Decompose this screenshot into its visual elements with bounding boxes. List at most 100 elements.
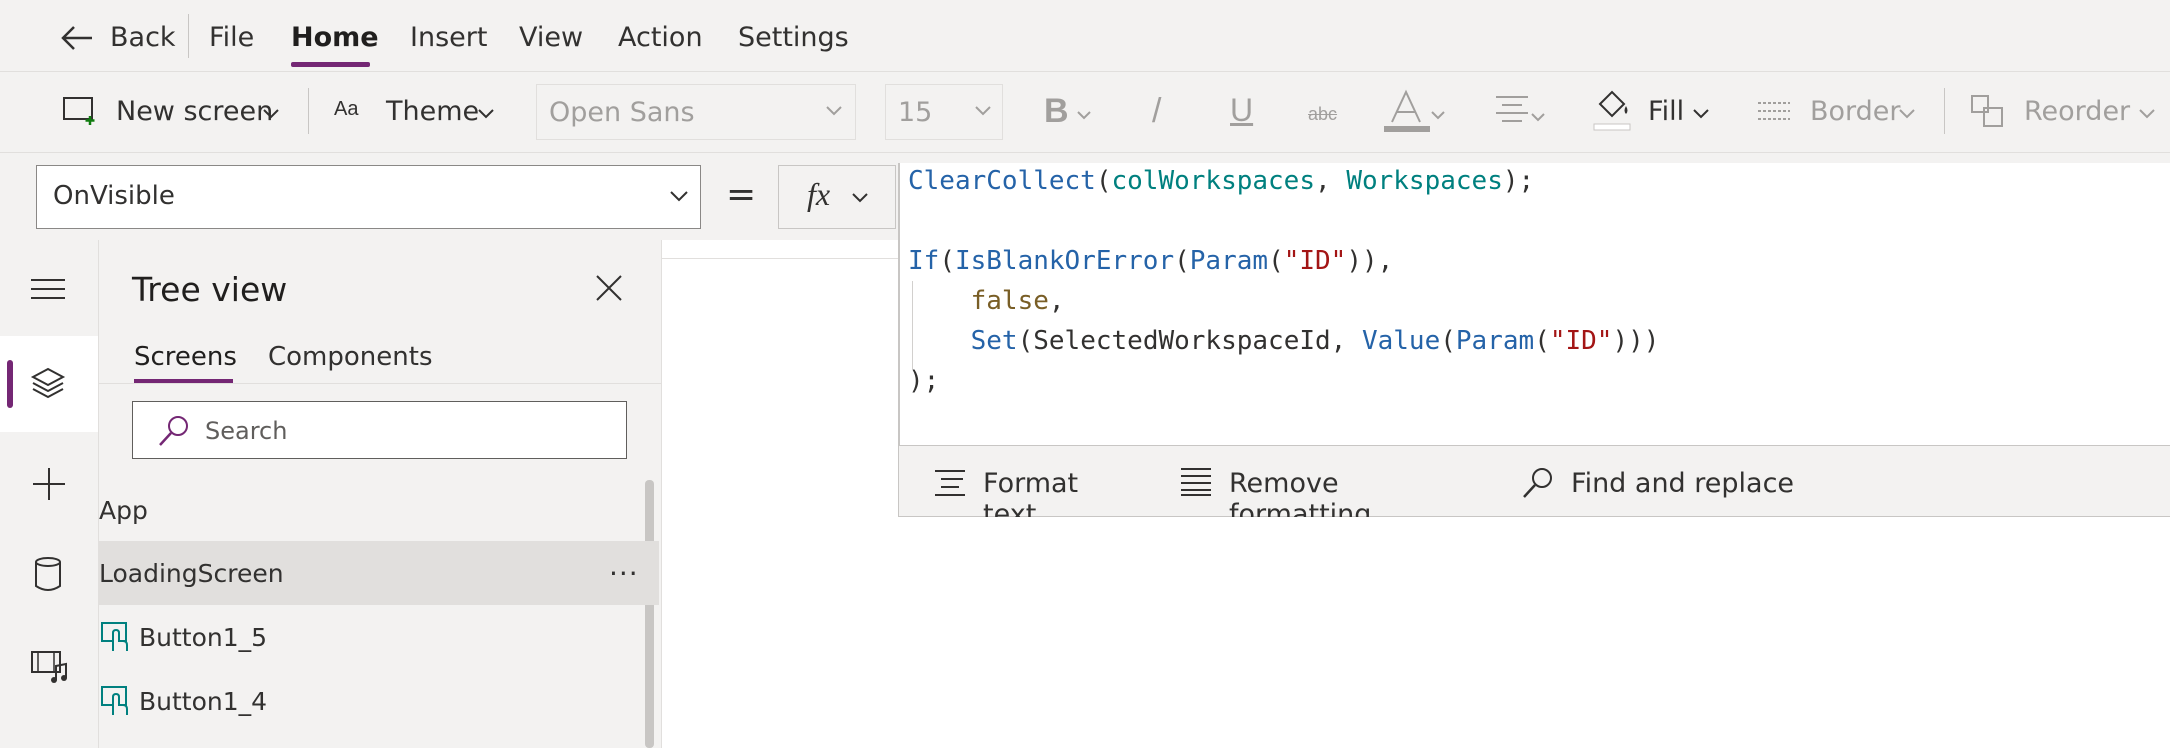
- find-replace-label: Find and replace: [1571, 468, 1795, 499]
- code-token: Param: [1189, 246, 1269, 276]
- chevron-down-icon: [826, 106, 842, 116]
- font-family-value: Open Sans: [549, 97, 695, 128]
- code-line: );: [908, 361, 1659, 401]
- tab-screens[interactable]: Screens: [134, 342, 237, 372]
- font-size-value: 15: [898, 97, 933, 128]
- chevron-down-icon: [1899, 109, 1915, 119]
- border-label: Border: [1810, 96, 1901, 127]
- canvas-area[interactable]: [662, 240, 898, 748]
- hamburger-menu-icon[interactable]: [30, 278, 66, 300]
- border-button[interactable]: Border: [1756, 90, 1918, 134]
- chevron-down-icon: [975, 106, 991, 116]
- code-token: (: [1440, 326, 1456, 356]
- underline-icon[interactable]: U: [1230, 92, 1253, 129]
- font-family-select[interactable]: Open Sans: [536, 84, 856, 140]
- align-icon: [1496, 96, 1528, 122]
- new-screen-icon: [63, 97, 95, 125]
- formula-editor[interactable]: ClearCollect(colWorkspaces, Workspaces);…: [898, 163, 2170, 445]
- tab-divider: [99, 383, 661, 384]
- tree-view-rail-button[interactable]: [0, 336, 98, 432]
- code-token: IsBlankOrError: [954, 246, 1175, 276]
- bold-icon: B: [1044, 92, 1069, 130]
- active-indicator: [7, 360, 13, 408]
- chevron-down-icon: [1693, 109, 1709, 119]
- code-token: (: [1534, 326, 1550, 356]
- code-token: ))): [1612, 326, 1660, 356]
- tree-item-label: App: [99, 496, 148, 525]
- find-replace-button[interactable]: Find and replace: [1521, 446, 1801, 518]
- chevron-down-icon: [1431, 111, 1445, 120]
- formula-format-bar: Format text Remove formatting Find and r…: [898, 445, 2170, 530]
- code-line: Set(SelectedWorkspaceId, Value(Param("ID…: [908, 321, 1660, 361]
- code-token: colWorkspaces: [1111, 166, 1316, 196]
- strikethrough-icon[interactable]: abc: [1308, 104, 1337, 125]
- code-token: "ID": [1283, 246, 1347, 276]
- tree-item-button1-4[interactable]: Button1_4: [99, 669, 661, 733]
- tree-item-button1-5[interactable]: Button1_5: [99, 605, 661, 669]
- paint-bucket-icon: [1593, 90, 1631, 131]
- menu-home-indicator: [291, 62, 370, 67]
- property-select[interactable]: OnVisible: [36, 165, 701, 229]
- menu-bar: Back File Home Insert View Action Settin…: [0, 0, 2170, 72]
- chevron-down-icon: [1531, 113, 1545, 122]
- code-token: );: [1502, 166, 1535, 196]
- menu-view[interactable]: View: [519, 22, 583, 53]
- code-token: If: [908, 246, 940, 276]
- ribbon-toolbar: New screen Aa Theme Open Sans 15 B / U a…: [0, 72, 2170, 153]
- fill-button[interactable]: Fill: [1592, 88, 1712, 136]
- menu-insert[interactable]: Insert: [410, 22, 487, 53]
- theme-icon: Aa: [334, 98, 359, 120]
- insert-plus-icon[interactable]: [31, 466, 67, 502]
- chevron-down-icon: [478, 109, 494, 119]
- layers-icon: [30, 367, 66, 399]
- ribbon-divider: [308, 88, 309, 134]
- search-box[interactable]: Search: [132, 401, 627, 459]
- chevron-down-icon: [1077, 111, 1091, 120]
- fx-button[interactable]: fx: [778, 165, 896, 229]
- reorder-icon: [1971, 95, 2003, 127]
- tab-components[interactable]: Components: [268, 342, 433, 372]
- ribbon-divider: [1944, 88, 1945, 134]
- menu-settings[interactable]: Settings: [738, 22, 849, 53]
- theme-button[interactable]: Aa Theme: [334, 90, 499, 134]
- code-line: false,: [908, 281, 1659, 321]
- code-token: Param: [1455, 326, 1535, 356]
- remove-formatting-button[interactable]: Remove formatting: [1179, 446, 1489, 530]
- code-token: false: [970, 286, 1049, 316]
- code-token: );: [908, 366, 940, 396]
- equals-sign: =: [726, 174, 757, 215]
- code-token: (SelectedWorkspaceId,: [1017, 326, 1362, 356]
- canvas-area-right[interactable]: [898, 517, 2170, 748]
- new-screen-button[interactable]: New screen: [60, 90, 285, 134]
- back-button[interactable]: Back: [60, 18, 176, 58]
- chevron-down-icon: [670, 191, 688, 202]
- fill-label: Fill: [1648, 96, 1685, 127]
- chevron-down-icon: [852, 193, 868, 203]
- close-icon[interactable]: [595, 274, 623, 302]
- font-color-button[interactable]: [1384, 88, 1448, 138]
- bold-button[interactable]: B: [1044, 90, 1096, 134]
- code-token: Workspaces: [1346, 166, 1503, 196]
- menu-action[interactable]: Action: [618, 22, 703, 53]
- menu-file[interactable]: File: [209, 22, 254, 53]
- italic-icon[interactable]: /: [1152, 92, 1161, 131]
- tree-item-loadingscreen[interactable]: LoadingScreen ...: [99, 541, 659, 605]
- media-icon[interactable]: [30, 650, 68, 684]
- reorder-button[interactable]: Reorder: [1970, 90, 2162, 134]
- search-icon: [1523, 468, 1552, 498]
- canvas-edge: [662, 258, 898, 259]
- tree-item-app[interactable]: App: [99, 478, 661, 542]
- chevron-down-icon: [263, 109, 279, 119]
- format-text-button[interactable]: Format text: [933, 446, 1133, 530]
- reorder-label: Reorder: [2024, 96, 2131, 127]
- code-token: (: [939, 246, 955, 276]
- align-button[interactable]: [1494, 94, 1550, 134]
- data-icon[interactable]: [33, 556, 63, 592]
- font-size-select[interactable]: 15: [885, 84, 1003, 140]
- menu-divider: [188, 14, 189, 58]
- menu-home[interactable]: Home: [291, 22, 379, 53]
- more-options-icon[interactable]: ...: [609, 549, 639, 582]
- code-token: (: [1268, 246, 1284, 276]
